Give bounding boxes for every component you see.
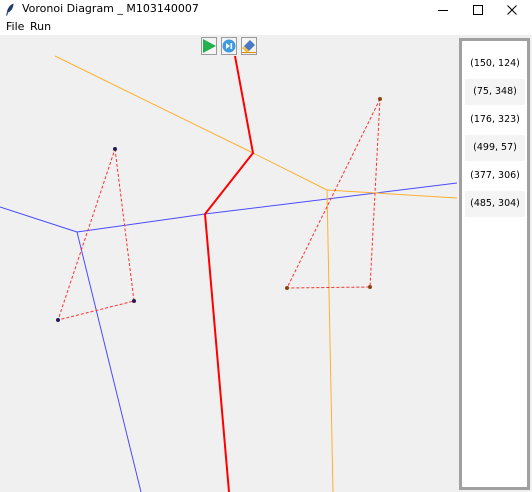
list-item[interactable]: (75, 348): [465, 79, 525, 105]
site-point: [368, 285, 372, 289]
list-item[interactable]: (377, 306): [465, 163, 525, 189]
list-item[interactable]: (485, 304): [465, 191, 525, 217]
step-icon: [222, 39, 236, 53]
window-title: Voronoi Diagram _ M103140007: [22, 2, 199, 15]
minimize-icon: [438, 9, 448, 11]
clear-button[interactable]: [241, 37, 257, 55]
drawing-canvas[interactable]: [0, 35, 457, 492]
close-icon: [507, 4, 517, 15]
right-delaunay-triangle: [286, 98, 381, 289]
voronoi-plot: [0, 55, 457, 492]
list-item[interactable]: (499, 57): [465, 135, 525, 161]
points-panel: (150, 124) (75, 348) (176, 323) (499, 57…: [457, 35, 532, 492]
site-point: [285, 286, 289, 290]
list-item[interactable]: (150, 124): [465, 51, 525, 77]
left-voronoi-edge-3: [76, 213, 206, 233]
site-point: [132, 299, 136, 303]
site-point: [378, 97, 382, 101]
feather-icon: [6, 3, 14, 16]
close-button[interactable]: [492, 0, 532, 19]
maximize-icon: [473, 4, 483, 15]
points-listbox[interactable]: (150, 124) (75, 348) (176, 323) (499, 57…: [459, 38, 530, 490]
list-item[interactable]: (176, 323): [465, 107, 525, 133]
play-icon: [203, 39, 216, 53]
minimize-button[interactable]: [423, 0, 463, 19]
menu-run[interactable]: Run: [30, 21, 51, 33]
left-delaunay-triangle: [57, 148, 135, 321]
hyperplane: [203, 55, 255, 492]
eraser-icon: [242, 40, 256, 53]
title-bar: Voronoi Diagram _ M103140007: [0, 0, 532, 19]
step-button[interactable]: [221, 37, 237, 55]
right-voronoi-edge-2: [252, 152, 328, 191]
menu-bar: File Run: [0, 19, 532, 35]
site-point: [56, 318, 60, 322]
right-voronoi-edge-4: [326, 189, 334, 492]
left-voronoi-edge-2: [76, 231, 142, 492]
site-point: [113, 147, 117, 151]
left-voronoi-edge-1: [0, 206, 78, 233]
run-button[interactable]: [201, 37, 217, 55]
right-voronoi-edge-1: [54, 55, 254, 154]
menu-file[interactable]: File: [6, 21, 24, 33]
